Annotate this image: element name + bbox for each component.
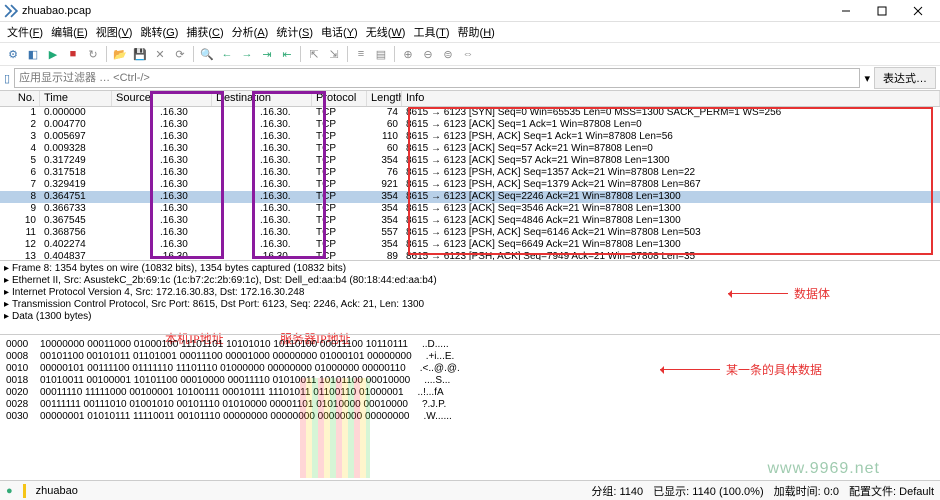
minimize-button[interactable] xyxy=(828,0,864,22)
hex-row[interactable]: 001801010011 00100001 10101100 00010000 … xyxy=(6,375,934,387)
hex-row[interactable]: 002800111111 00111010 01001010 00101110 … xyxy=(6,399,934,411)
table-row[interactable]: 120.402274.16.30.16.30.TCP3548615 → 6123… xyxy=(0,239,940,251)
table-row[interactable]: 70.329419.16.30.16.30.TCP9218615 → 6123 … xyxy=(0,179,940,191)
table-row[interactable]: 20.004770.16.30.16.30.TCP608615 → 6123 [… xyxy=(0,119,940,131)
jump-icon[interactable]: ⇥ xyxy=(258,45,276,63)
col-protocol[interactable]: Protocol xyxy=(312,91,367,106)
detail-item[interactable]: ▸Frame 8: 1354 bytes on wire (10832 bits… xyxy=(4,263,936,275)
reload-icon[interactable]: ⟳ xyxy=(171,45,189,63)
colorize-icon[interactable]: ▤ xyxy=(372,45,390,63)
menu-item-4[interactable]: 捕获(C) xyxy=(183,23,226,41)
hex-row[interactable]: 003000000001 01010111 11110011 00101110 … xyxy=(6,411,934,423)
status-packets: 分组: 1140 xyxy=(591,483,643,499)
table-row[interactable]: 90.366733.16.30.16.30.TCP3548615 → 6123 … xyxy=(0,203,940,215)
window-title: zhuabao.pcap xyxy=(22,5,91,17)
find-icon[interactable]: 🔍 xyxy=(198,45,216,63)
capture-options-icon[interactable]: ◧ xyxy=(24,45,42,63)
menu-item-7[interactable]: 电话(Y) xyxy=(318,23,361,41)
menu-item-2[interactable]: 视图(V) xyxy=(93,23,136,41)
table-row[interactable]: 50.317249.16.30.16.30.TCP3548615 → 6123 … xyxy=(0,155,940,167)
table-row[interactable]: 100.367545.16.30.16.30.TCP3548615 → 6123… xyxy=(0,215,940,227)
expression-button[interactable]: 表达式… xyxy=(874,67,936,89)
table-row[interactable]: 10.000000.16.30.16.30.TCP748615 → 6123 [… xyxy=(0,107,940,119)
last-icon[interactable]: ⇲ xyxy=(325,45,343,63)
autoscroll-icon[interactable]: ≡ xyxy=(352,45,370,63)
status-ready-icon: ● xyxy=(6,485,13,497)
app-icon xyxy=(4,4,18,18)
menu-item-1[interactable]: 编辑(E) xyxy=(48,23,91,41)
detail-item[interactable]: ▸Ethernet II, Src: AsustekC_2b:69:1c (1c… xyxy=(4,275,936,287)
status-loadtime: 加载时间: 0:0 xyxy=(774,483,839,499)
maximize-button[interactable] xyxy=(864,0,900,22)
menu-item-6[interactable]: 统计(S) xyxy=(273,23,316,41)
table-row[interactable]: 60.317518.16.30.16.30.TCP768615 → 6123 [… xyxy=(0,167,940,179)
start-capture-icon[interactable]: ▶ xyxy=(44,45,62,63)
menu-item-0[interactable]: 文件(F) xyxy=(4,23,46,41)
col-time[interactable]: Time xyxy=(40,91,112,106)
status-tab: zhuabao xyxy=(36,485,78,497)
detail-item[interactable]: ▸Data (1300 bytes) xyxy=(4,311,936,323)
detail-item[interactable]: ▸Internet Protocol Version 4, Src: 172.1… xyxy=(4,287,936,299)
first-icon[interactable]: ⇱ xyxy=(305,45,323,63)
zoom-in-icon[interactable]: ⊕ xyxy=(399,45,417,63)
menu-item-5[interactable]: 分析(A) xyxy=(229,23,272,41)
table-row[interactable]: 130.404837.16.30.16.30.TCP898615 → 6123 … xyxy=(0,251,940,260)
menu-item-8[interactable]: 无线(W) xyxy=(363,23,409,41)
menu-item-3[interactable]: 跳转(G) xyxy=(137,23,181,41)
status-profile: 配置文件: Default xyxy=(849,483,934,499)
zoom-out-icon[interactable]: ⊖ xyxy=(419,45,437,63)
hex-row[interactable]: 001000000101 00111100 01111110 11101110 … xyxy=(6,363,934,375)
col-info[interactable]: Info xyxy=(402,91,940,106)
hex-row[interactable]: 002000011110 11111000 00100001 10100111 … xyxy=(6,387,934,399)
gear-icon[interactable]: ⚙ xyxy=(4,45,22,63)
col-no[interactable]: No. xyxy=(0,91,40,106)
col-source[interactable]: Source xyxy=(112,91,212,106)
close-button[interactable] xyxy=(900,0,936,22)
filter-arrow-icon[interactable]: ▾ xyxy=(864,72,870,85)
packet-list[interactable]: No. Time Source Destination Protocol Len… xyxy=(0,90,940,260)
menu-item-10[interactable]: 帮助(H) xyxy=(455,23,498,41)
forward-icon[interactable]: → xyxy=(238,45,256,63)
table-row[interactable]: 80.364751.16.30.16.30.TCP3548615 → 6123 … xyxy=(0,191,940,203)
open-icon[interactable]: 📂 xyxy=(111,45,129,63)
filter-icon: ▯ xyxy=(4,72,10,85)
table-row[interactable]: 110.368756.16.30.16.30.TCP5578615 → 6123… xyxy=(0,227,940,239)
zoom-reset-icon[interactable]: ⊜ xyxy=(439,45,457,63)
restart-capture-icon[interactable]: ↻ xyxy=(84,45,102,63)
detail-item[interactable]: ▸Transmission Control Protocol, Src Port… xyxy=(4,299,936,311)
menu-item-9[interactable]: 工具(T) xyxy=(410,23,452,41)
hex-row[interactable]: 000800101100 00101011 01101001 00011100 … xyxy=(6,351,934,363)
col-length[interactable]: Length xyxy=(367,91,402,106)
watermark: www.9969.net xyxy=(767,460,880,478)
col-destination[interactable]: Destination xyxy=(212,91,312,106)
status-displayed: 已显示: 1140 (100.0%) xyxy=(653,483,763,499)
hex-row[interactable]: 000010000000 00011000 01000100 11101101 … xyxy=(6,339,934,351)
table-row[interactable]: 30.005697.16.30.16.30.TCP1108615 → 6123 … xyxy=(0,131,940,143)
hex-view[interactable]: 某一条的具体数据 000010000000 00011000 01000100 … xyxy=(0,334,940,434)
save-icon[interactable]: 💾 xyxy=(131,45,149,63)
resize-cols-icon[interactable]: ⇔ xyxy=(459,45,477,63)
back-icon[interactable]: ← xyxy=(218,45,236,63)
stop-capture-icon[interactable]: ■ xyxy=(64,45,82,63)
goto-icon[interactable]: ⇤ xyxy=(278,45,296,63)
close-icon[interactable]: ✕ xyxy=(151,45,169,63)
display-filter-input[interactable] xyxy=(14,68,860,88)
status-bar-indicator xyxy=(23,484,26,498)
table-row[interactable]: 40.009328.16.30.16.30.TCP608615 → 6123 [… xyxy=(0,143,940,155)
packet-details[interactable]: 数据体 ▸Frame 8: 1354 bytes on wire (10832 … xyxy=(0,260,940,334)
